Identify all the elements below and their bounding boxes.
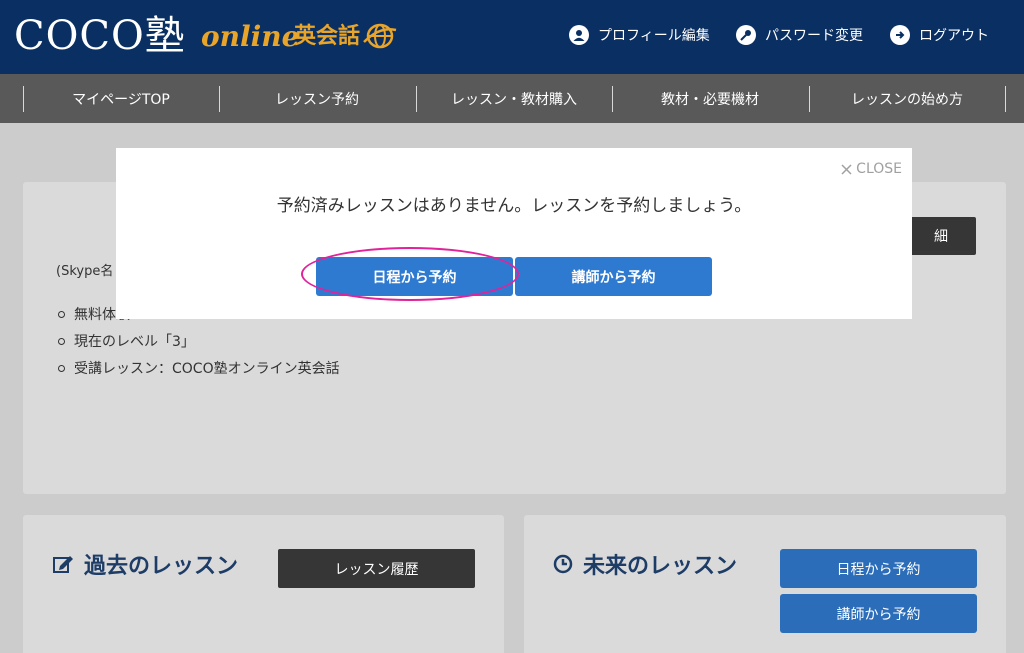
future-schedule-button[interactable]: 日程から予約 bbox=[780, 549, 977, 588]
no-lessons-modal: CLOSE 予約済みレッスンはありません。レッスンを予約しましょう。 日程から予… bbox=[116, 148, 912, 319]
nav-divider bbox=[1005, 86, 1006, 112]
course-text: 受講レッスン：COCO塾オンライン英会話 bbox=[74, 361, 340, 377]
password-change-link[interactable]: パスワード変更 bbox=[736, 24, 863, 46]
past-lessons-heading: 過去のレッスン bbox=[52, 548, 238, 580]
lesson-history-button[interactable]: レッスン履歴 bbox=[278, 549, 475, 588]
profile-edit-link[interactable]: プロフィール編集 bbox=[569, 24, 710, 46]
current-level-text: 現在のレベル「3」 bbox=[74, 334, 195, 350]
list-item: 受講レッスン：COCO塾オンライン英会話 bbox=[58, 358, 340, 378]
logo-eikaiwa: 英会話 bbox=[294, 24, 361, 49]
detail-button-label: 細 bbox=[934, 229, 948, 245]
skype-text: (Skype名 bbox=[56, 264, 114, 279]
logo-text[interactable]: COCO塾 bbox=[14, 10, 186, 62]
modal-message: 予約済みレッスンはありません。レッスンを予約しましょう。 bbox=[276, 196, 752, 216]
logout-icon bbox=[890, 25, 910, 45]
future-lessons-heading: 未来のレッスン bbox=[553, 548, 737, 580]
main-nav: マイページTOP レッスン予約 レッスン・教材購入 教材・必要機材 レッスンの始… bbox=[0, 74, 1024, 123]
teacher-reserve-button[interactable]: 講師から予約 bbox=[515, 257, 712, 296]
globe-icon bbox=[363, 23, 397, 49]
edit-icon bbox=[53, 556, 73, 573]
key-icon bbox=[736, 25, 756, 45]
modal-close-button[interactable]: CLOSE bbox=[841, 161, 902, 177]
nav-item-lesson-reserve[interactable]: レッスン予約 bbox=[219, 74, 415, 123]
logo-online: online bbox=[201, 20, 300, 53]
clock-icon bbox=[553, 554, 573, 574]
profile-edit-label: プロフィール編集 bbox=[598, 28, 710, 44]
nav-item-mypage[interactable]: マイページTOP bbox=[23, 74, 219, 123]
modal-close-label: CLOSE bbox=[856, 161, 902, 177]
future-lessons-title: 未来のレッスン bbox=[583, 554, 738, 579]
schedule-reserve-button[interactable]: 日程から予約 bbox=[316, 257, 513, 296]
nav-item-how-to-start[interactable]: レッスンの始め方 bbox=[809, 74, 1005, 123]
bullet-icon bbox=[58, 337, 65, 345]
nav-item-materials[interactable]: 教材・必要機材 bbox=[612, 74, 808, 123]
nav-item-purchase[interactable]: レッスン・教材購入 bbox=[416, 74, 612, 123]
password-change-label: パスワード変更 bbox=[765, 28, 863, 44]
past-lessons-title: 過去のレッスン bbox=[84, 554, 239, 579]
close-icon bbox=[841, 163, 852, 175]
logout-label: ログアウト bbox=[919, 28, 989, 44]
future-teacher-button[interactable]: 講師から予約 bbox=[780, 594, 977, 633]
bullet-icon bbox=[58, 310, 65, 318]
site-header: COCO塾 online 英会話 プロフィール編集 パスワード変更 ログアウト bbox=[0, 0, 1024, 74]
user-icon bbox=[569, 25, 589, 45]
list-item: 現在のレベル「3」 bbox=[58, 331, 195, 351]
logout-link[interactable]: ログアウト bbox=[890, 24, 989, 46]
bullet-icon bbox=[58, 364, 65, 372]
